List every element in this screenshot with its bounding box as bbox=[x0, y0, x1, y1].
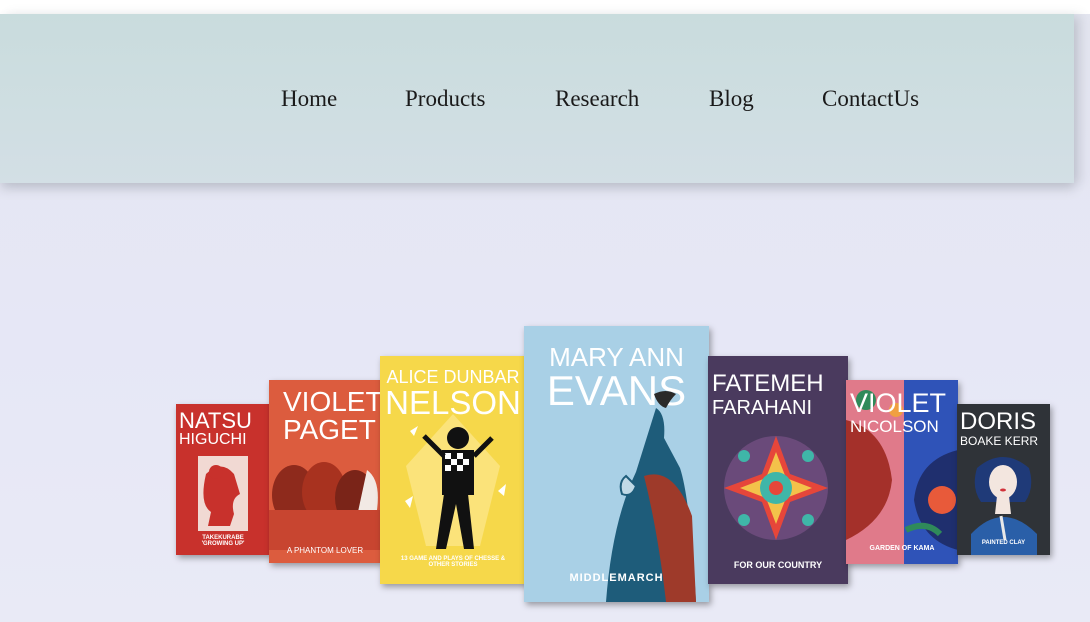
portrait-woman-illustration bbox=[971, 457, 1037, 555]
book-author-line1: VIOLET bbox=[850, 388, 947, 418]
book-cover-mary-ann-evans[interactable]: MARY ANN EVANS MIDDLEMARCH bbox=[524, 326, 709, 602]
book-author-line2: NICOLSON bbox=[850, 417, 939, 436]
book-title: TAKEKURABE 'GROWING UP' bbox=[201, 535, 245, 547]
checkered-dancer-illustration bbox=[405, 414, 506, 549]
book-showcase: NATSU HIGUCHI TAKEKURABE 'GROWING UP' VI… bbox=[0, 0, 1090, 622]
book-cover-doris-boake-kerr[interactable]: DORIS BOAKE KERR PAINTED CLAY bbox=[957, 404, 1050, 555]
book-title: PAINTED CLAY bbox=[981, 540, 1026, 546]
mandala-ornament-illustration bbox=[724, 436, 828, 540]
book-cover-violet-paget[interactable]: VIOLET PAGET A PHANTOM LOVER bbox=[269, 380, 381, 563]
book-cover-violet-nicolson[interactable]: VIOLET NICOLSON GARDEN OF KAMA bbox=[846, 380, 958, 564]
book-title: 13 GAME AND PLAYS OF CHESSE & OTHER STOR… bbox=[400, 556, 506, 568]
book-cover-fatemeh-farahani[interactable]: FATEMEH FARAHANI FOR OUR COUNTRY bbox=[708, 356, 848, 584]
book-cover-alice-dunbar-nelson[interactable]: ALICE DUNBAR NELSON 13 GAME AND PLAYS OF… bbox=[380, 356, 526, 584]
book-title: A PHANTOM LOVER bbox=[286, 546, 364, 555]
woman-in-dress-illustration bbox=[606, 391, 696, 602]
book-title: MIDDLEMARCH bbox=[569, 572, 664, 584]
paper-cut-figure-illustration bbox=[198, 456, 248, 531]
silhouette-faces-illustration bbox=[269, 462, 381, 550]
book-cover-natsu-higuchi[interactable]: NATSU HIGUCHI TAKEKURABE 'GROWING UP' bbox=[176, 404, 270, 555]
book-title: GARDEN OF KAMA bbox=[869, 545, 935, 552]
book-title: FOR OUR COUNTRY bbox=[733, 560, 823, 570]
